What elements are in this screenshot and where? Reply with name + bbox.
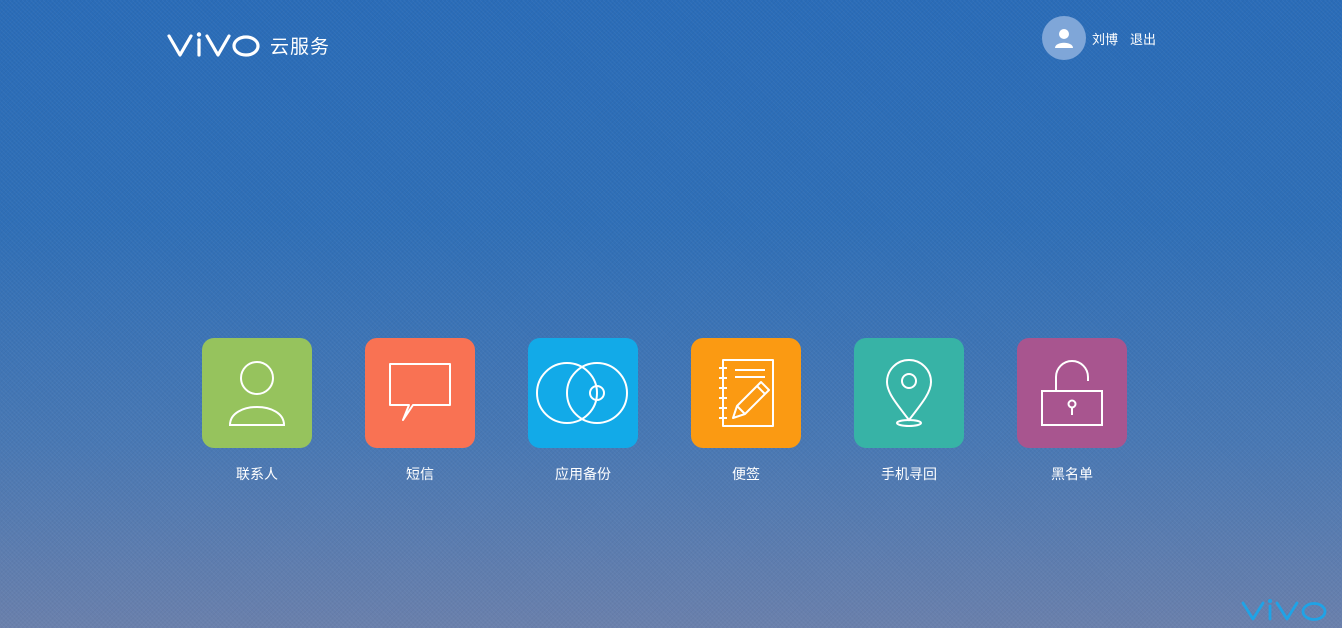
vivo-logo-icon: vivo [167,31,260,57]
unlock-icon [1041,360,1103,426]
tile-label: 短信 [406,467,434,483]
user-area: 刘博 退出 [1042,16,1156,60]
tile-label: 联系人 [236,467,278,483]
cloud-service-title: 云服务 [270,36,331,58]
tile-blacklist[interactable]: 黑名单 [1017,338,1127,484]
tile-messages[interactable]: 短信 [365,338,475,484]
avatar[interactable] [1042,16,1086,60]
tile-contacts[interactable]: 联系人 [202,338,312,484]
tile-label: 手机寻回 [881,467,937,483]
tile-contacts-icon-box[interactable] [202,338,312,448]
tile-notes-icon-box[interactable] [691,338,801,448]
tile-find-phone[interactable]: 手机寻回 [854,338,964,484]
username: 刘博 [1092,32,1119,48]
logout-link[interactable]: 退出 [1130,29,1156,48]
tile-app-backup[interactable]: 应用备份 [528,338,638,484]
tile-find-phone-icon-box[interactable] [854,338,964,448]
tile-label: 便签 [732,467,760,483]
tile-label: 黑名单 [1051,467,1093,483]
vivo-cloud-logo[interactable]: vivo 云服务 [166,30,330,59]
tile-label: 应用备份 [555,467,611,483]
location-pin-icon [885,359,933,427]
user-icon [1055,29,1073,48]
notepad-icon [719,359,774,427]
vivo-corner-logo-icon: vivo [1241,599,1327,621]
contact-icon [228,361,286,426]
tile-app-backup-icon-box[interactable] [528,338,638,448]
disc-icon [536,362,628,424]
tile-blacklist-icon-box[interactable] [1017,338,1127,448]
app-tiles: 联系人 短信 应用备份 便签 手机寻回 黑名单 [202,338,1127,484]
tile-notes[interactable]: 便签 [691,338,801,484]
tile-messages-icon-box[interactable] [365,338,475,448]
message-icon [389,363,451,421]
